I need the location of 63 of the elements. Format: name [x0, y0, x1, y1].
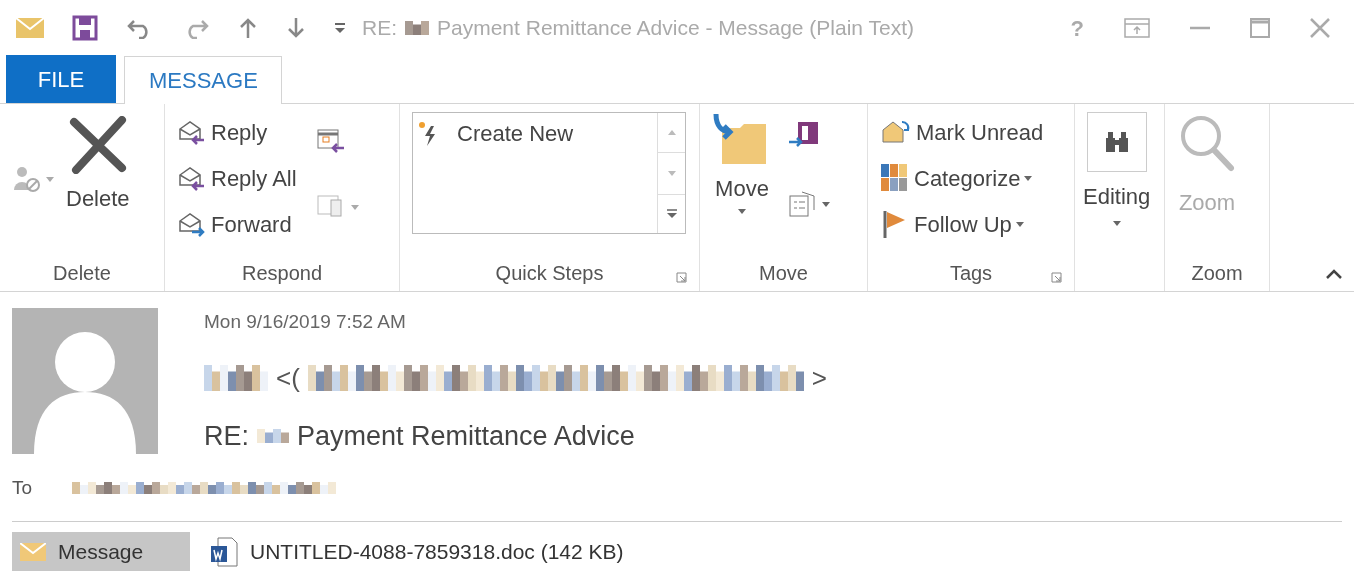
- color-grid-icon: [880, 163, 910, 193]
- word-document-icon: [210, 536, 238, 567]
- delete-x-icon: [67, 116, 128, 174]
- redaction-mosaic: [257, 428, 289, 443]
- ribbon-display-icon[interactable]: [1124, 18, 1150, 38]
- group-label: Quick Steps: [495, 261, 604, 286]
- group-label: Delete: [53, 261, 111, 286]
- down-arrow-icon[interactable]: [286, 17, 306, 39]
- to-label: To: [12, 476, 33, 500]
- window-title: Payment Remittance Advice - Message (Plain Text): [437, 15, 914, 42]
- window-title-prefix: RE:: [362, 15, 397, 42]
- move-button[interactable]: Move: [712, 112, 772, 218]
- caret-icon: [1024, 175, 1033, 181]
- delete-button[interactable]: Delete: [66, 116, 130, 215]
- editing-button[interactable]: Editing: [1083, 112, 1151, 226]
- caret-icon: [822, 201, 830, 207]
- caret-icon: [46, 176, 54, 182]
- sent-date: Mon 9/16/2019 7:52 AM: [204, 310, 407, 334]
- caret-icon: [350, 204, 359, 210]
- caret-icon: [1112, 221, 1121, 226]
- caret-icon: [667, 171, 676, 176]
- file-tab[interactable]: FILE: [6, 55, 116, 103]
- redaction-mosaic: [405, 21, 429, 35]
- group-label: Zoom: [1191, 261, 1243, 286]
- sender-bracket: >: [811, 361, 828, 395]
- ignore-icon[interactable]: [12, 164, 42, 194]
- dialog-launcher-icon[interactable]: [1051, 272, 1062, 283]
- more-caret-icon: [665, 209, 678, 219]
- tag-button[interactable]: Follow Up: [880, 204, 1044, 244]
- respond-button[interactable]: Reply: [177, 112, 297, 152]
- forward-envelope-icon: [177, 211, 207, 237]
- collapse-ribbon-icon[interactable]: [1326, 269, 1342, 279]
- tag-button[interactable]: Mark Unread: [880, 112, 1044, 152]
- tag-button[interactable]: Categorize: [880, 158, 1044, 198]
- caret-icon: [738, 209, 746, 214]
- respond-button[interactable]: Reply All: [177, 158, 297, 198]
- sender-bracket: <(: [276, 361, 300, 395]
- rules-icon[interactable]: [788, 190, 818, 218]
- group-label: Tags: [949, 261, 993, 286]
- group-label: Move: [759, 261, 808, 286]
- caret-icon: [1015, 221, 1024, 227]
- meeting-reply-icon[interactable]: [316, 128, 345, 154]
- maximize-icon[interactable]: [1250, 18, 1270, 38]
- ribbon-tab[interactable]: MESSAGE: [124, 56, 282, 104]
- close-icon[interactable]: [1310, 18, 1330, 38]
- group-label: Respond: [241, 261, 323, 286]
- attachment-item[interactable]: Message: [12, 531, 190, 571]
- minimize-icon[interactable]: [1190, 26, 1210, 30]
- up-caret-icon: [667, 130, 676, 135]
- subject-prefix: RE:: [204, 419, 249, 453]
- redaction-mosaic: [204, 365, 268, 391]
- respond-button[interactable]: Forward: [177, 204, 297, 244]
- up-arrow-icon[interactable]: [238, 17, 258, 39]
- find-binoculars-icon: [1086, 112, 1147, 172]
- quick-step-item[interactable]: Create New: [417, 117, 574, 150]
- save-icon[interactable]: [72, 15, 98, 41]
- reply-envelope-icon: [177, 119, 207, 145]
- subject: Payment Remittance Advice: [297, 419, 635, 453]
- reply-envelope-icon: [177, 165, 207, 191]
- envelope-icon: [20, 542, 46, 561]
- attachment-item[interactable]: UNTITLED-4088-7859318.doc (142 KB): [202, 531, 632, 571]
- dialog-launcher-icon[interactable]: [676, 272, 687, 283]
- customize-toolbar-icon[interactable]: [334, 22, 346, 34]
